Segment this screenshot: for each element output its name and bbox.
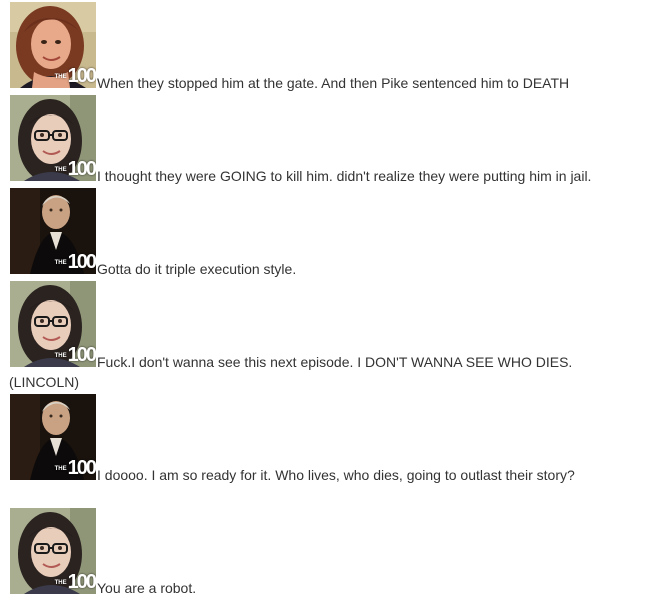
message-text: I doooo. I am so ready for it. Who lives… [97,467,575,483]
the-100-logo: THE 100 [54,65,96,87]
avatar: THE 100 [10,508,96,594]
avatar: THE 100 [10,188,96,274]
the-100-logo: THE 100 [54,457,96,479]
message-text: You are a robot. [97,580,197,596]
message-text: Fuck.I don't wanna see this next episode… [97,354,573,370]
avatar: THE 100 [10,2,96,88]
avatar: THE 100 [10,281,96,367]
the-100-logo: THE 100 [54,251,96,273]
message-text: When they stopped him at the gate. And t… [97,75,570,91]
avatar: THE 100 [10,394,96,480]
message-continuation: (LINCOLN) [9,374,80,390]
the-100-logo: THE 100 [54,158,96,180]
message-text: I thought they were GOING to kill him. d… [97,168,592,184]
message-text: Gotta do it triple execution style. [97,261,297,277]
the-100-logo: THE 100 [54,344,96,366]
the-100-logo: THE 100 [54,571,96,593]
avatar: THE 100 [10,95,96,181]
